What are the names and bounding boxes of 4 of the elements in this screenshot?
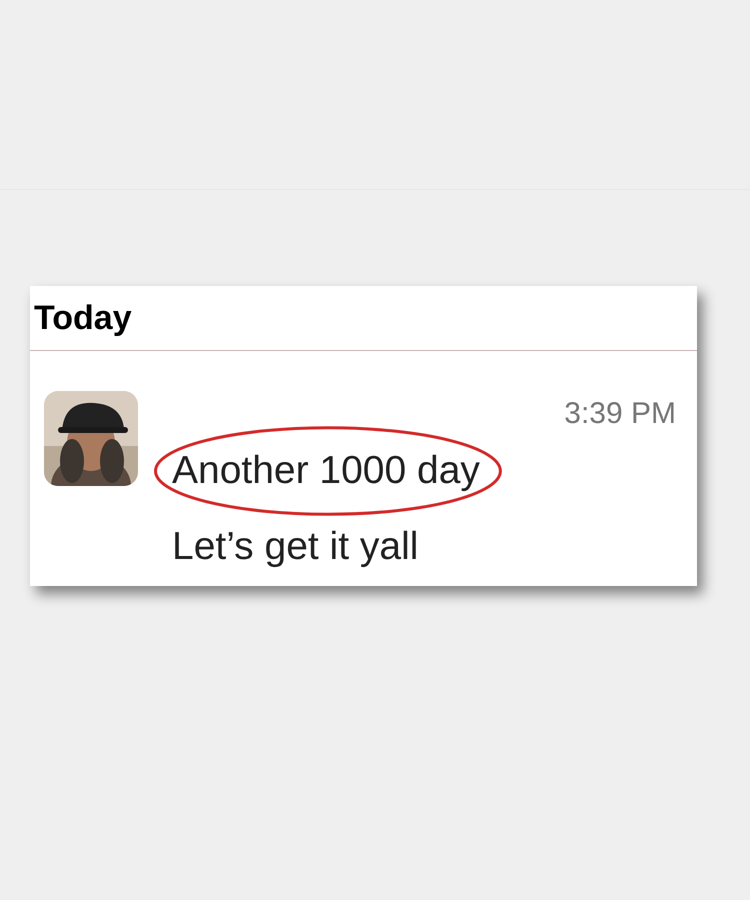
date-header: Today xyxy=(34,301,132,335)
message-text: Let’s get it yall xyxy=(172,525,418,568)
message-time: 3:39 PM xyxy=(564,399,676,429)
message-text: Another 1000 day xyxy=(172,449,480,492)
